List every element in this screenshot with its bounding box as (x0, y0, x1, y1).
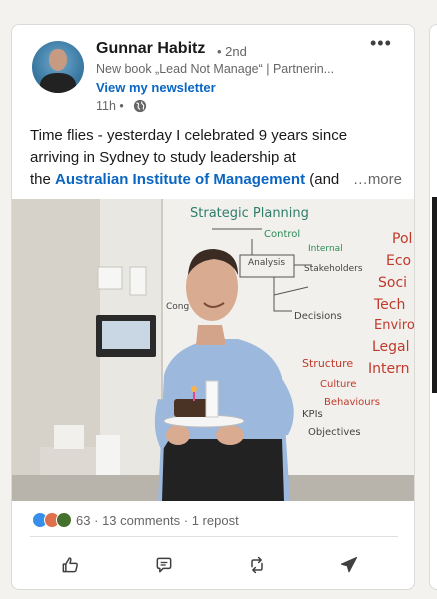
see-more-button[interactable]: …more (353, 169, 402, 191)
comment-icon (156, 557, 172, 573)
whiteboard-text-1: Control (264, 229, 300, 240)
whiteboard-text-16: Legal (372, 339, 410, 355)
company-mention-link[interactable]: Australian Institute of Management (55, 171, 305, 188)
separator-dot-2: · (180, 513, 192, 528)
whiteboard-text-14: Tech (373, 297, 405, 313)
whiteboard-text-13: Soci (378, 275, 407, 291)
author-avatar[interactable] (32, 41, 84, 93)
author-name[interactable]: Gunnar Habitz (96, 40, 205, 58)
separator-glyph: · (94, 512, 99, 528)
globe-icon (133, 99, 147, 113)
whiteboard-text-5: Decisions (294, 311, 342, 322)
whiteboard-text-17: Intern (368, 361, 410, 377)
view-newsletter-link[interactable]: View my newsletter (96, 80, 216, 95)
whiteboard-text-10: Objectives (308, 427, 361, 438)
comment-button[interactable] (144, 545, 184, 585)
post-header: Gunnar Habitz • 2nd New book „Lead Not M… (12, 25, 414, 123)
celebrate-reaction-icon (56, 512, 72, 528)
post-timestamp: 11h • (96, 99, 124, 113)
whiteboard-text-3: Stakeholders (304, 264, 363, 274)
avatar-head (49, 49, 67, 71)
comments-count[interactable]: 13 comments (102, 513, 180, 528)
more-options-button[interactable]: ••• (370, 34, 394, 55)
post-image[interactable]: Strategic Planning Control Analysis Stak… (12, 199, 415, 501)
avatar-body (40, 73, 76, 93)
repost-icon (251, 556, 263, 574)
whiteboard-text-6: Structure (302, 357, 353, 370)
send-button[interactable] (329, 545, 369, 585)
send-icon (340, 556, 358, 573)
post-text-line-3: the Australian Institute of Management (… (30, 169, 402, 191)
whiteboard-text-18: Cong (166, 302, 189, 312)
like-button[interactable] (50, 545, 90, 585)
whiteboard-text-2: Analysis (248, 258, 285, 268)
whiteboard-text-11: Pol (392, 231, 412, 247)
social-counts[interactable]: 63 · 13 comments · 1 repost (32, 510, 239, 530)
thumbs-up-icon (62, 557, 78, 573)
separator-dot: · (90, 513, 102, 528)
repost-button[interactable] (237, 545, 277, 585)
reposts-count[interactable]: 1 repost (192, 513, 239, 528)
post-body: Time flies - yesterday I celebrated 9 ye… (30, 125, 402, 191)
whiteboard-text-4: Internal (308, 244, 343, 254)
separator-glyph-2: · (183, 512, 189, 528)
post-text-suffix: (and (305, 171, 340, 188)
divider (30, 536, 398, 537)
adjacent-card-media (432, 197, 437, 393)
connection-degree: • 2nd (217, 44, 247, 59)
author-headline: New book „Lead Not Manage“ | Partnerin..… (96, 62, 335, 76)
whiteboard-text-12: Eco (386, 253, 411, 269)
post-text-prefix: the (30, 171, 56, 188)
post-actions (12, 545, 414, 585)
reaction-count[interactable]: 63 (76, 513, 90, 528)
post-text-line-2: arriving in Sydney to study leadership a… (30, 149, 296, 166)
whiteboard-text-15: Enviro (374, 318, 415, 333)
whiteboard-text-7: Culture (320, 379, 356, 390)
whiteboard-text-8: Behaviours (324, 397, 380, 408)
whiteboard-text-9: KPIs (302, 409, 323, 420)
feed-post: Gunnar Habitz • 2nd New book „Lead Not M… (11, 24, 415, 590)
post-text-line-1: Time flies - yesterday I celebrated 9 ye… (30, 127, 348, 144)
post-photo: Strategic Planning Control Analysis Stak… (12, 199, 415, 501)
whiteboard-text-0: Strategic Planning (190, 206, 309, 221)
